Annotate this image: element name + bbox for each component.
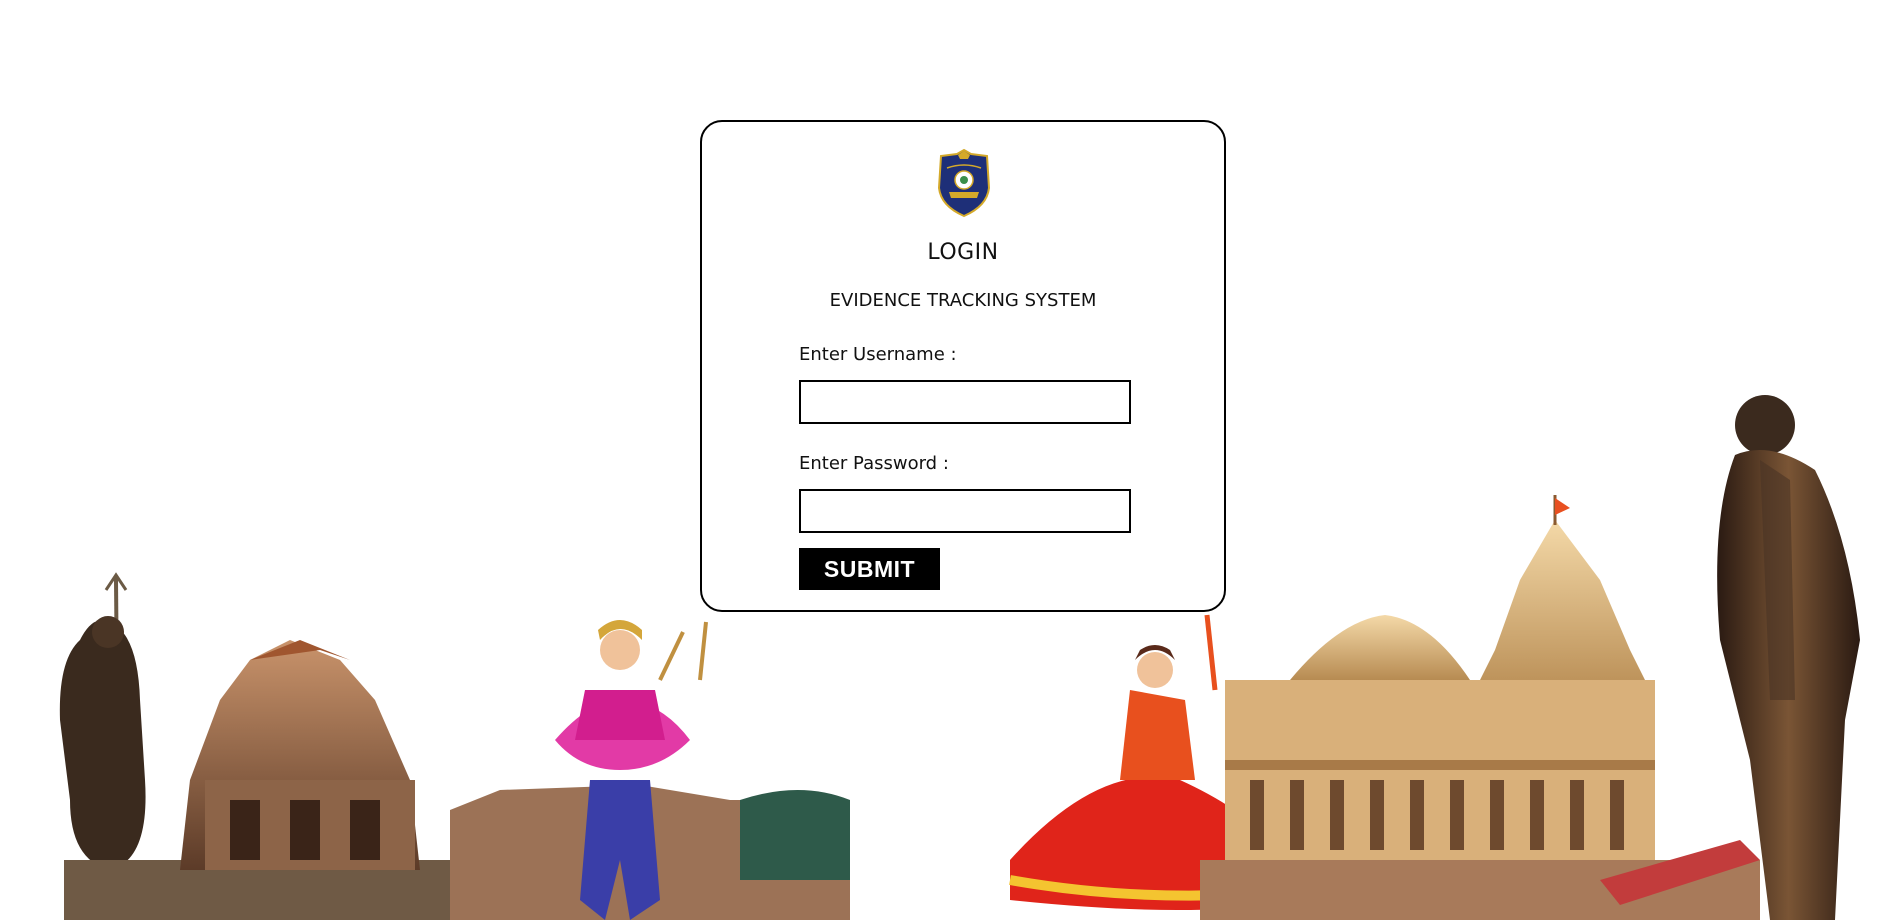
username-input[interactable]	[799, 380, 1131, 424]
login-title: LOGIN	[927, 240, 999, 265]
sun-temple-illustration	[64, 640, 850, 920]
shiva-statue-illustration	[59, 572, 146, 870]
password-label: Enter Password :	[799, 453, 949, 474]
gujarat-police-emblem-icon	[937, 148, 991, 218]
username-label: Enter Username :	[799, 344, 957, 365]
password-input[interactable]	[799, 489, 1131, 533]
somnath-temple-illustration	[1200, 495, 1760, 920]
submit-button[interactable]: SUBMIT	[799, 548, 940, 590]
login-card: LOGIN EVIDENCE TRACKING SYSTEM Enter Use…	[700, 120, 1226, 612]
system-subtitle: EVIDENCE TRACKING SYSTEM	[829, 290, 1097, 311]
